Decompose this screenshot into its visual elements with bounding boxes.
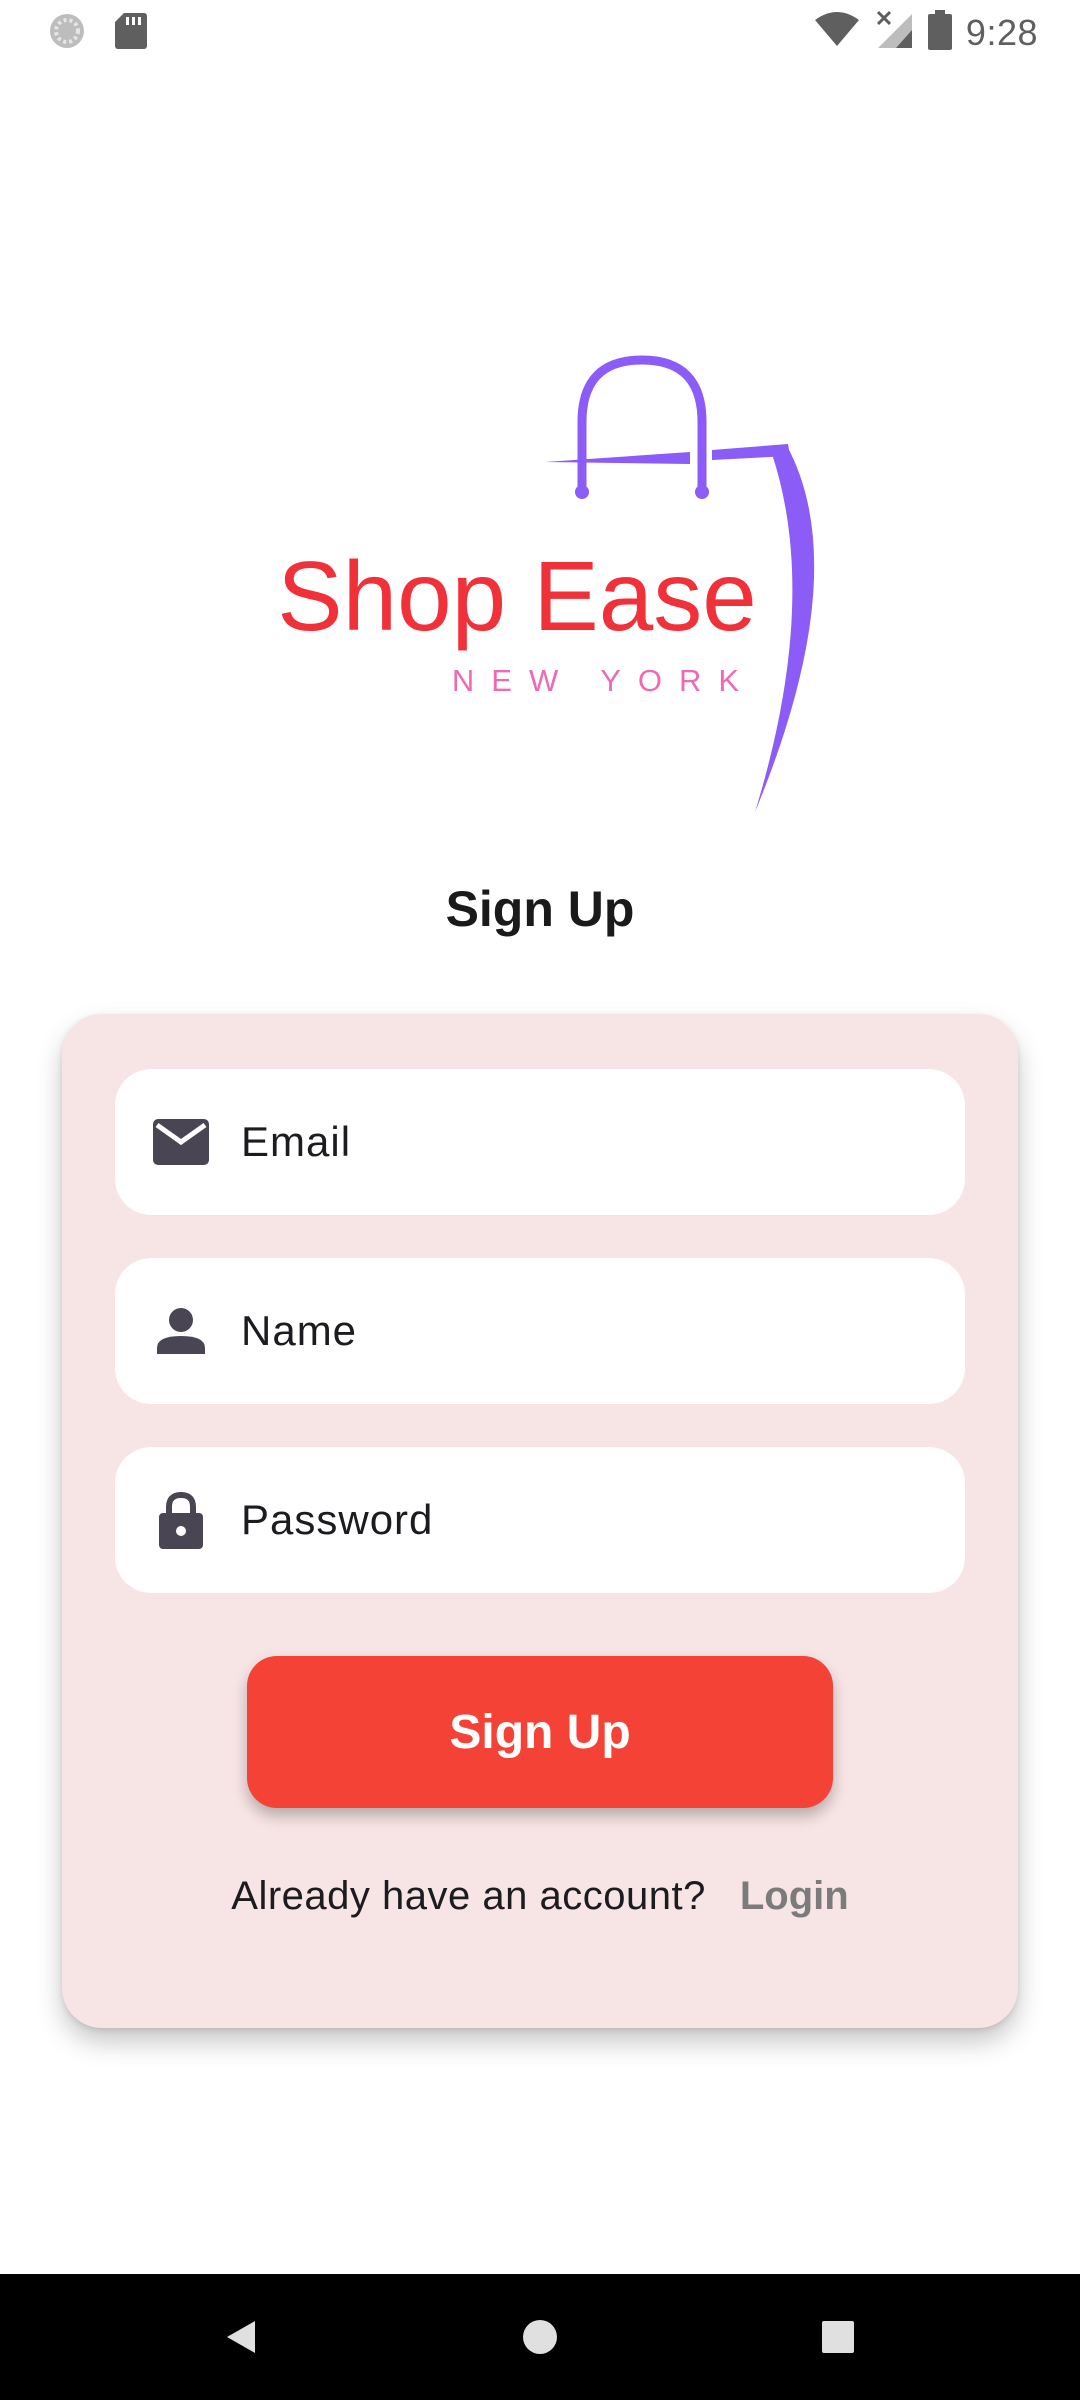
home-icon[interactable] bbox=[507, 2304, 573, 2370]
login-link[interactable]: Login bbox=[740, 1874, 849, 1919]
logo-brand-text: Shop Ease bbox=[277, 541, 756, 651]
sign-up-button[interactable]: Sign Up bbox=[247, 1656, 833, 1808]
login-prompt-text: Already have an account? bbox=[231, 1874, 706, 1918]
sync-icon bbox=[48, 12, 86, 55]
mail-icon bbox=[151, 1112, 211, 1172]
email-field[interactable] bbox=[115, 1069, 965, 1215]
wifi-icon bbox=[814, 12, 860, 53]
status-bar: 9:28 bbox=[0, 0, 1080, 64]
back-icon[interactable] bbox=[208, 2304, 274, 2370]
battery-icon bbox=[927, 10, 952, 55]
navigation-bar bbox=[0, 2274, 1080, 2400]
signup-card: Sign Up Already have an account? Login bbox=[62, 1014, 1018, 2028]
lock-icon bbox=[151, 1490, 211, 1550]
page-title: Sign Up bbox=[445, 881, 635, 937]
login-row: Already have an account? Login bbox=[62, 1874, 1018, 1919]
password-input[interactable] bbox=[241, 1496, 921, 1544]
sd-card-icon bbox=[114, 12, 148, 55]
name-field[interactable] bbox=[115, 1258, 965, 1404]
signal-no-service-icon bbox=[874, 10, 914, 55]
clock: 9:28 bbox=[965, 11, 1038, 53]
logo-location-text: NEW YORK bbox=[452, 663, 756, 698]
password-field[interactable] bbox=[115, 1447, 965, 1593]
name-input[interactable] bbox=[241, 1307, 921, 1355]
person-icon bbox=[151, 1301, 211, 1361]
shop-ease-logo: Shop Ease NEW YORK bbox=[250, 350, 850, 820]
recents-icon[interactable] bbox=[805, 2304, 871, 2370]
email-input[interactable] bbox=[241, 1118, 921, 1166]
